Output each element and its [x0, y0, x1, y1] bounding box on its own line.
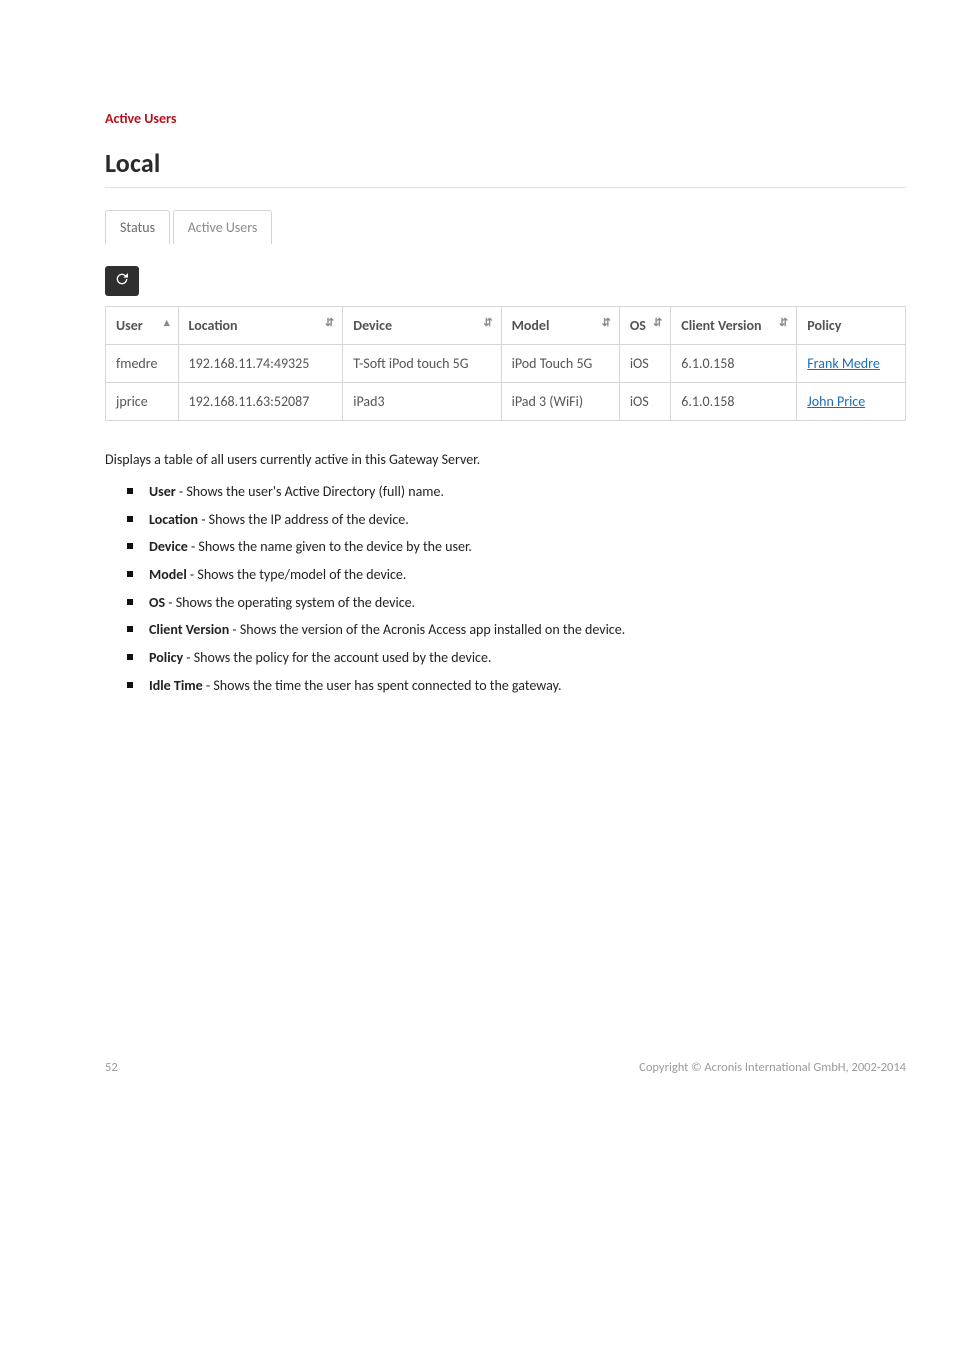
col-location-label: Location — [189, 317, 238, 334]
field-desc: - Shows the operating system of the devi… — [165, 594, 415, 611]
tab-active-users[interactable]: Active Users — [173, 210, 273, 244]
field-desc: - Shows the name given to the device by … — [188, 538, 472, 555]
list-item: Device - Shows the name given to the dev… — [127, 533, 906, 561]
sort-icon: ⇵ — [483, 317, 490, 328]
cell-os: iOS — [619, 383, 670, 421]
col-client-version[interactable]: Client Version ⇵ — [671, 307, 797, 345]
cell-location: 192.168.11.63:52087 — [178, 383, 343, 421]
field-list: User - Shows the user's Active Directory… — [127, 478, 906, 700]
refresh-icon — [114, 271, 130, 292]
field-term: Location — [149, 511, 198, 528]
policy-link[interactable]: John Price — [807, 393, 865, 410]
cell-client-version: 6.1.0.158 — [671, 383, 797, 421]
cell-user: jprice — [106, 383, 179, 421]
col-device[interactable]: Device ⇵ — [343, 307, 501, 345]
field-desc: - Shows the time the user has spent conn… — [203, 677, 562, 694]
cell-user: fmedre — [106, 345, 179, 383]
cell-os: iOS — [619, 345, 670, 383]
tab-status[interactable]: Status — [105, 210, 170, 244]
cell-policy: Frank Medre — [797, 345, 906, 383]
cell-device: T-Soft iPod touch 5G — [343, 345, 501, 383]
table-row: fmedre 192.168.11.74:49325 T-Soft iPod t… — [106, 345, 906, 383]
page-content: Active Users Local Status Active Users U… — [0, 0, 954, 700]
sort-asc-icon: ▴ — [164, 317, 168, 328]
col-policy[interactable]: Policy — [797, 307, 906, 345]
field-term: Idle Time — [149, 677, 203, 694]
table-header-row: User ▴ Location ⇵ Device ⇵ Model ⇵ OS — [106, 307, 906, 345]
sort-icon: ⇵ — [325, 317, 332, 328]
page-footer: 52 Copyright © Acronis International Gmb… — [0, 1060, 954, 1115]
panel-title: Local — [105, 141, 906, 188]
policy-link[interactable]: Frank Medre — [807, 355, 880, 372]
field-term: User — [149, 483, 176, 500]
field-term: Model — [149, 566, 187, 583]
active-users-table: User ▴ Location ⇵ Device ⇵ Model ⇵ OS — [105, 306, 906, 421]
col-device-label: Device — [353, 317, 392, 334]
table-row: jprice 192.168.11.63:52087 iPad3 iPad 3 … — [106, 383, 906, 421]
col-client-version-label: Client Version — [681, 317, 761, 334]
cell-model: iPod Touch 5G — [501, 345, 619, 383]
field-desc: - Shows the version of the Acronis Acces… — [229, 621, 625, 638]
col-location[interactable]: Location ⇵ — [178, 307, 343, 345]
section-heading: Active Users — [105, 110, 906, 127]
col-model-label: Model — [512, 317, 550, 334]
list-item: Client Version - Shows the version of th… — [127, 616, 906, 644]
col-policy-label: Policy — [807, 317, 841, 334]
cell-client-version: 6.1.0.158 — [671, 345, 797, 383]
list-item: Model - Shows the type/model of the devi… — [127, 561, 906, 589]
tabs-row: Status Active Users — [105, 210, 906, 244]
list-item: User - Shows the user's Active Directory… — [127, 478, 906, 506]
list-item: Location - Shows the IP address of the d… — [127, 506, 906, 534]
col-os[interactable]: OS ⇵ — [619, 307, 670, 345]
description-text: Displays a table of all users currently … — [105, 451, 906, 468]
refresh-button[interactable] — [105, 266, 139, 296]
col-user-label: User — [116, 317, 143, 334]
sort-icon: ⇵ — [653, 317, 660, 328]
list-item: Idle Time - Shows the time the user has … — [127, 672, 906, 700]
field-term: OS — [149, 594, 165, 611]
field-term: Client Version — [149, 621, 229, 638]
sort-icon: ⇵ — [602, 317, 609, 328]
copyright-text: Copyright © Acronis International GmbH, … — [639, 1060, 906, 1075]
col-os-label: OS — [630, 317, 646, 334]
cell-location: 192.168.11.74:49325 — [178, 345, 343, 383]
field-desc: - Shows the user's Active Directory (ful… — [176, 483, 444, 500]
sort-icon: ⇵ — [779, 317, 786, 328]
col-model[interactable]: Model ⇵ — [501, 307, 619, 345]
field-term: Policy — [149, 649, 183, 666]
field-desc: - Shows the type/model of the device. — [187, 566, 407, 583]
list-item: Policy - Shows the policy for the accoun… — [127, 644, 906, 672]
cell-model: iPad 3 (WiFi) — [501, 383, 619, 421]
field-term: Device — [149, 538, 188, 555]
list-item: OS - Shows the operating system of the d… — [127, 589, 906, 617]
page-number: 52 — [105, 1060, 118, 1075]
col-user[interactable]: User ▴ — [106, 307, 179, 345]
cell-device: iPad3 — [343, 383, 501, 421]
field-desc: - Shows the IP address of the device. — [198, 511, 409, 528]
field-desc: - Shows the policy for the account used … — [183, 649, 491, 666]
cell-policy: John Price — [797, 383, 906, 421]
